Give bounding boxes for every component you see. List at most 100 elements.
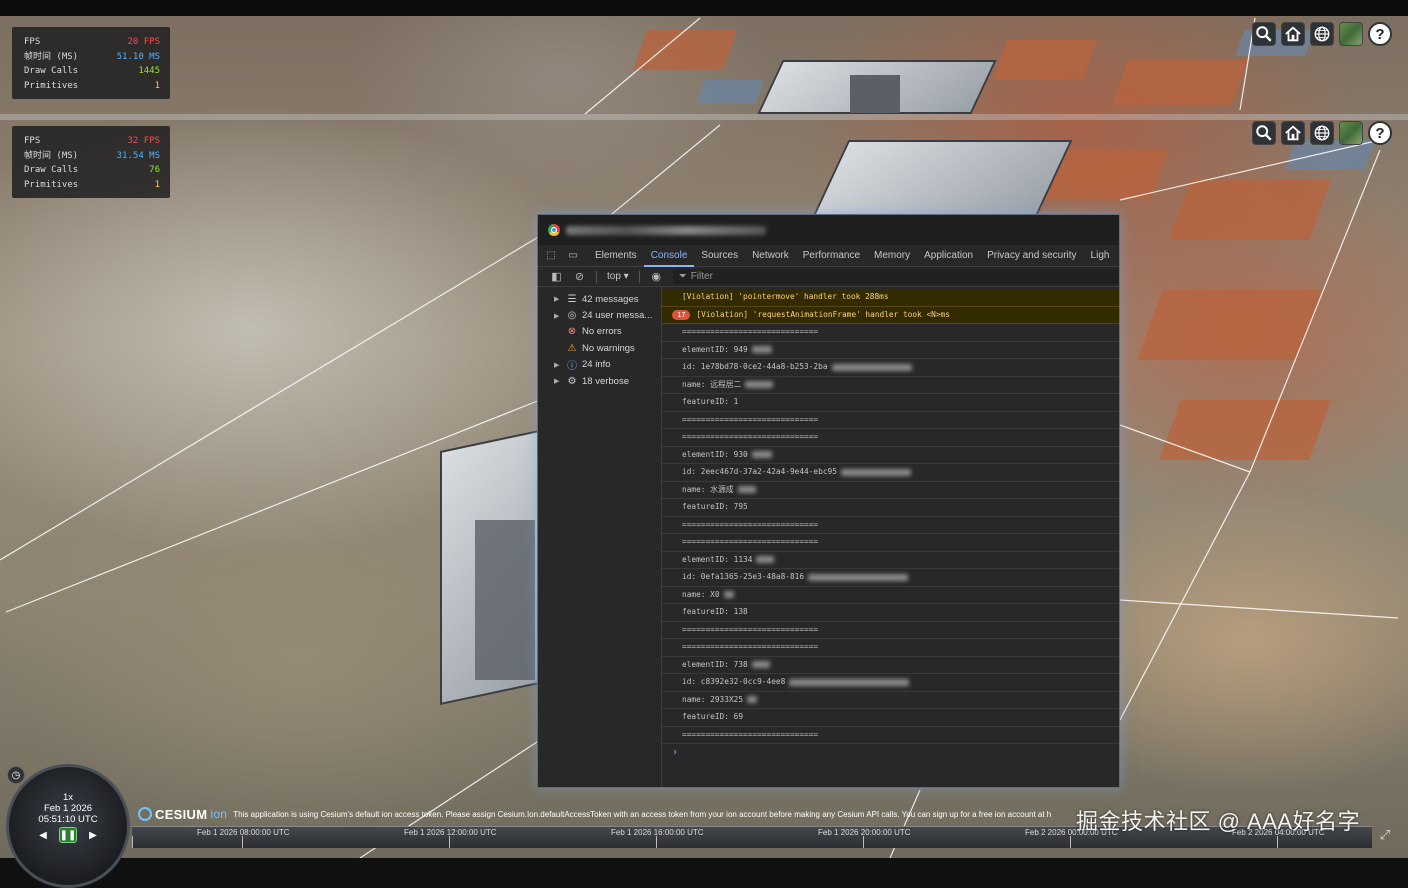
logo-text: CESIUM [155,806,208,822]
log-text: elementID: 738 [682,659,748,669]
draw-calls-label: Draw Calls [24,165,79,175]
base-layer-picker-button[interactable] [1339,22,1363,46]
console-log-line[interactable]: ============================= [662,412,1119,429]
device-toolbar-icon[interactable]: ▭ [566,249,580,263]
console-log-line[interactable]: id: 2eec467d-37a2-42a4-9e44-ebc95 [662,464,1119,482]
tab-console[interactable]: Console [643,245,695,267]
redacted-text [789,678,910,686]
play-forward-button[interactable]: ▶ [84,827,102,843]
console-violation-message[interactable]: 17 [Violation] 'requestAnimationFrame' h… [662,306,1119,324]
home-button[interactable] [1281,121,1305,145]
fps-panel-bottom: FPS 32 FPS 帧时间 (MS) 31.54 MS Draw Calls 76 … [12,126,170,198]
scene-mode-button[interactable] [1310,121,1334,145]
log-text: id: c8392e32-0cc9-4ee8 [682,677,786,686]
play-forward-icon: ▶ [89,829,97,841]
timeline-tick [1277,836,1278,848]
devtools-window[interactable]: ⬚ ▭ Elements Console Sources Network Per… [537,214,1120,788]
timeline-tick [242,836,243,848]
cesium-toolbar-bottom: ? [1252,121,1392,145]
sidebar-item-warnings[interactable]: ⚠ No warnings [538,340,661,356]
play-reverse-button[interactable]: ◀ [34,827,52,843]
console-log-line[interactable]: id: c8392e32-0cc9-4ee8 [662,674,1119,692]
sidebar-toggle-icon[interactable]: ◧ [550,270,563,283]
sidebar-item-user-messages[interactable]: ▶ ◎ 24 user messa... [538,307,661,323]
base-layer-picker-button[interactable] [1339,121,1363,145]
console-log-line[interactable]: ============================= [662,534,1119,552]
console-log-line[interactable]: ============================= [662,727,1119,744]
console-log-line[interactable]: elementID: 949 [662,342,1119,359]
devtools-title-bar[interactable] [538,215,1119,245]
fullscreen-button[interactable]: ⤢ [1376,826,1394,844]
tab-sources[interactable]: Sources [694,245,745,267]
fullscreen-icon: ⤢ [1379,827,1391,842]
log-text: id: 0efa1365-25e3-48a8-816 [682,572,805,581]
timeline-label: Feb 1 2026 16:00:00 UTC [611,828,704,837]
console-log-line[interactable]: elementID: 1134 [662,552,1119,569]
scene-mode-button[interactable] [1310,22,1334,46]
filter-icon: ⏷ [678,271,687,282]
help-icon: ? [1375,25,1385,43]
help-button[interactable]: ? [1368,22,1392,46]
console-log-line[interactable]: ============================= [662,517,1119,534]
console-log-line[interactable]: name: 2933X25 [662,692,1119,709]
inspect-element-icon[interactable]: ⬚ [544,249,558,263]
sidebar-item-verbose[interactable]: ▶ ⚙ 18 verbose [538,373,661,389]
context-selector[interactable]: top ▾ [607,271,629,282]
sidebar-item-info[interactable]: ▶ ⓘ 24 info [538,357,661,373]
tab-lighthouse[interactable]: Ligh [1084,245,1117,267]
console-log-line[interactable]: featureID: 1 [662,394,1119,412]
console-log-line[interactable]: id: 0efa1365-25e3-48a8-816 [662,569,1119,587]
console-log-line[interactable]: ============================= [662,324,1119,342]
console-log-line[interactable]: ============================= [662,429,1119,447]
console-prompt[interactable]: › [662,744,1119,762]
geocoder-search-button[interactable] [1252,121,1276,145]
tab-privacy-security[interactable]: Privacy and security [980,245,1083,267]
primitives-label: Primitives [24,80,79,91]
help-icon: ? [1375,124,1385,142]
console-log-line[interactable]: name: 远程居二 [662,377,1119,394]
tab-performance[interactable]: Performance [796,245,867,267]
console-log-line[interactable]: ============================= [662,622,1119,639]
sidebar-item-messages[interactable]: ▶ ☰ 42 messages [538,291,661,307]
help-button[interactable]: ? [1368,121,1392,145]
tab-memory[interactable]: Memory [867,245,917,267]
console-log-line[interactable]: ============================= [662,639,1119,657]
console-log-line[interactable]: featureID: 795 [662,499,1119,517]
expand-arrow-icon: ▶ [554,296,560,304]
verbose-icon: ⚙ [567,375,577,387]
console-log-line[interactable]: name: X0 [662,587,1119,604]
realtime-clock-button[interactable]: ◷ [7,766,25,784]
live-expression-eye-icon[interactable]: ◉ [650,270,663,283]
console-log-line[interactable]: elementID: 930 [662,447,1119,464]
pause-button[interactable]: ❚❚ [59,827,77,843]
console-violation-message[interactable]: [Violation] 'pointermove' handler took 2… [662,289,1119,307]
pause-icon: ❚❚ [59,829,77,841]
redacted-text [751,661,770,668]
viewer-divider [0,114,1408,120]
geocoder-search-button[interactable] [1252,22,1276,46]
animation-widget: 1x Feb 1 2026 05:51:10 UTC ◀ ❚❚ ▶ [6,764,130,888]
tab-elements[interactable]: Elements [588,245,644,267]
timeline-tick [132,836,133,848]
clear-console-icon[interactable]: ⊘ [573,270,586,283]
cesium-ion-logo[interactable]: CESIUM ion [138,807,227,822]
primitives-value: 1 [154,80,160,91]
logo-ion-text: ion [210,807,228,821]
expand-arrow-icon: ▶ [554,361,560,369]
console-log-line[interactable]: elementID: 738 [662,657,1119,674]
console-output[interactable]: [Violation] 'pointermove' handler took 2… [662,287,1119,787]
filter-input[interactable]: ⏷ Filter [672,269,1119,284]
console-log-line[interactable]: featureID: 69 [662,709,1119,727]
sidebar-item-label: 24 user messa... [582,310,653,322]
console-log-line[interactable]: featureID: 138 [662,604,1119,622]
home-button[interactable] [1281,22,1305,46]
search-icon [1256,125,1272,141]
sidebar-item-errors[interactable]: ⊗ No errors [538,324,661,340]
timeline-tick [863,836,864,848]
animation-dial[interactable] [6,764,130,888]
tab-network[interactable]: Network [745,245,796,267]
console-log-line[interactable]: name: 水源成 [662,482,1119,499]
tab-application[interactable]: Application [917,245,980,267]
console-log-line[interactable]: id: 1e78bd78-0ce2-44a8-b253-2ba [662,359,1119,377]
draw-calls-value: 1445 [138,66,160,76]
